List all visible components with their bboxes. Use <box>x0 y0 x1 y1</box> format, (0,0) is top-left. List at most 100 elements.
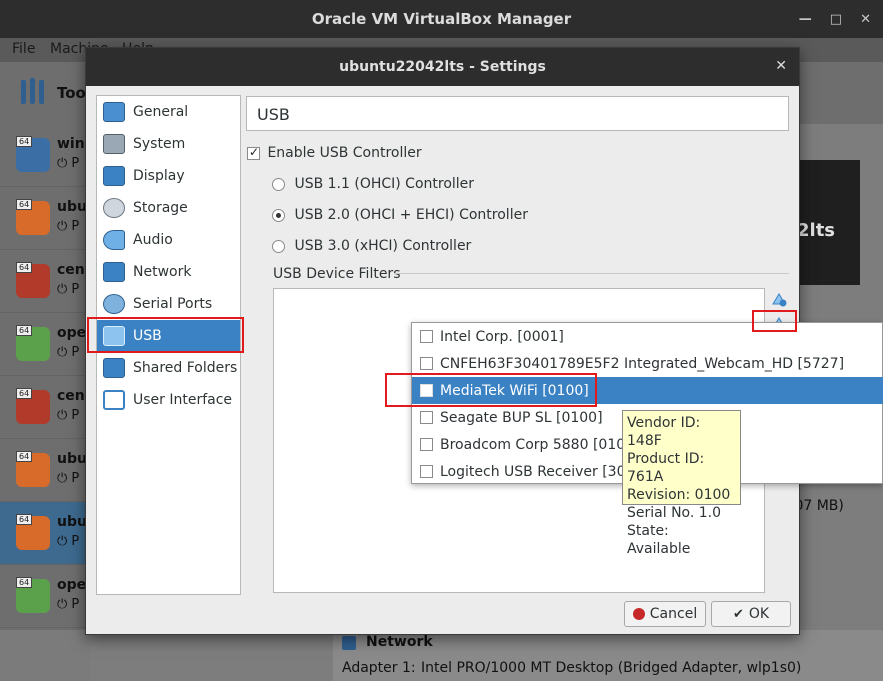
page-title: USB <box>246 96 789 131</box>
category-display[interactable]: Display <box>97 160 240 192</box>
category-audio[interactable]: Audio <box>97 224 240 256</box>
category-label: Audio <box>133 232 173 248</box>
arch-badge: 64 <box>16 451 33 462</box>
vm-state: ⏻ P <box>57 471 80 486</box>
category-label: General <box>133 104 189 120</box>
category-label: User Interface <box>133 392 233 408</box>
add-filter-highlight-box <box>752 310 797 332</box>
vm-state: ⏻ P <box>57 597 80 612</box>
radio-button[interactable] <box>272 177 285 191</box>
category-label: Storage <box>133 200 188 216</box>
radio-button[interactable] <box>272 208 285 222</box>
user-interface-icon <box>103 390 125 410</box>
add-filter-icon[interactable] <box>770 291 788 307</box>
close-icon[interactable]: ✕ <box>775 58 787 74</box>
audio-icon <box>103 230 125 250</box>
category-general[interactable]: General <box>97 96 240 128</box>
checkbox-box[interactable] <box>420 438 433 451</box>
arch-badge: 64 <box>16 199 33 210</box>
category-label: Network <box>133 264 192 280</box>
usb-1-1-radio[interactable]: USB 1.1 (OHCI) Controller <box>272 176 474 192</box>
device-menu-item[interactable]: Intel Corp. [0001] <box>412 323 883 350</box>
category-label: Serial Ports <box>133 296 213 312</box>
adapter-label: Adapter 1: <box>342 660 416 676</box>
display-icon <box>103 166 125 186</box>
general-icon <box>103 102 125 122</box>
category-storage[interactable]: Storage <box>97 192 240 224</box>
vm-state: ⏻ P <box>57 219 80 234</box>
radio-label: USB 1.1 (OHCI) Controller <box>294 176 475 192</box>
category-serial-ports[interactable]: Serial Ports <box>97 288 240 320</box>
minimize-icon[interactable]: — <box>799 12 812 27</box>
section-divider <box>394 273 789 274</box>
ok-button[interactable]: ✔ OK <box>711 601 791 627</box>
enable-usb-controller-checkbox[interactable]: Enable USB Controller <box>247 145 422 161</box>
vm-item[interactable]: 64 oper ⏻ P <box>0 565 93 628</box>
radio-button[interactable] <box>272 239 285 253</box>
menu-file[interactable]: File <box>12 41 35 57</box>
tooltip-line: Revision: 0100 <box>627 487 731 503</box>
system-icon <box>103 134 125 154</box>
vm-list: 64 win1 ⏻ P 64 ubur ⏻ P 64 cent ⏻ P 64 o… <box>0 124 94 630</box>
arch-badge: 64 <box>16 136 33 147</box>
dialog-title: ubuntu22042lts - Settings <box>339 59 546 75</box>
category-user-interface[interactable]: User Interface <box>97 384 240 416</box>
vm-item[interactable]: 64 cent ⏻ P <box>0 250 91 313</box>
enable-usb-label: Enable USB Controller <box>267 145 422 161</box>
usb-3-0-radio[interactable]: USB 3.0 (xHCI) Controller <box>272 238 471 254</box>
device-label: Intel Corp. [0001] <box>440 328 564 345</box>
vm-item-selected[interactable]: 64 ubur ⏻ P <box>0 502 94 565</box>
tooltip-line: Vendor ID: 148F <box>627 415 701 449</box>
adapter-value: Intel PRO/1000 MT Desktop (Bridged Adapt… <box>421 660 802 676</box>
vm-item[interactable]: 64 ubur ⏻ P <box>0 187 94 250</box>
checkbox-box[interactable] <box>420 465 433 478</box>
cancel-button[interactable]: Cancel <box>624 601 706 627</box>
vm-state: ⏻ P <box>57 534 80 549</box>
preview-text: 2lts <box>797 220 836 241</box>
tooltip-line: State: Available <box>627 523 691 557</box>
vm-state: ⏻ P <box>57 345 80 360</box>
main-window-titlebar: Oracle VM VirtualBox Manager — □ ✕ <box>0 0 883 38</box>
radio-label: USB 2.0 (OHCI + EHCI) Controller <box>294 207 528 223</box>
checkbox-box[interactable] <box>420 357 433 370</box>
category-label: System <box>133 136 186 152</box>
category-label: Display <box>133 168 185 184</box>
maximize-icon[interactable]: □ <box>830 12 842 27</box>
category-system[interactable]: System <box>97 128 240 160</box>
vm-item[interactable]: 64 oper ⏻ P <box>0 313 93 376</box>
vm-item[interactable]: 64 ubur ⏻ P <box>0 439 94 502</box>
checkbox-box[interactable] <box>247 145 260 160</box>
arch-badge: 64 <box>16 388 33 399</box>
mediatek-wifi-highlight-box <box>385 373 597 407</box>
tooltip-line: Serial No. 1.0 <box>627 505 722 521</box>
device-label: Seagate BUP SL [0100] <box>440 409 603 426</box>
arch-badge: 64 <box>16 262 33 273</box>
category-shared-folders[interactable]: Shared Folders <box>97 352 240 384</box>
arch-badge: 64 <box>16 577 33 588</box>
vm-item[interactable]: 64 win1 ⏻ P <box>0 124 94 187</box>
tools-icon <box>18 76 48 108</box>
radio-label: USB 3.0 (xHCI) Controller <box>294 238 472 254</box>
device-label: Logitech USB Receiver [300 <box>440 463 635 480</box>
device-info-tooltip: Vendor ID: 148F Product ID: 761A Revisio… <box>622 410 741 557</box>
network-icon <box>103 262 125 282</box>
device-label: CNFEH63F30401789E5F2 Integrated_Webcam_H… <box>440 355 845 372</box>
main-window-title: Oracle VM VirtualBox Manager <box>311 10 572 28</box>
usb-2-0-radio[interactable]: USB 2.0 (OHCI + EHCI) Controller <box>272 207 528 223</box>
window-controls: — □ ✕ <box>799 0 871 38</box>
close-icon[interactable]: ✕ <box>860 12 871 27</box>
checkbox-box[interactable] <box>420 411 433 424</box>
device-label: Broadcom Corp 5880 [0101] <box>440 436 640 453</box>
ok-icon: ✔ <box>732 606 744 622</box>
ok-label: OK <box>748 606 770 622</box>
arch-badge: 64 <box>16 514 33 525</box>
serial-ports-icon <box>103 294 125 314</box>
vm-state: ⏻ P <box>57 156 80 171</box>
storage-icon <box>103 198 125 218</box>
checkbox-box[interactable] <box>420 330 433 343</box>
vm-state: ⏻ P <box>57 282 80 297</box>
category-label: Shared Folders <box>133 360 238 376</box>
arch-badge: 64 <box>16 325 33 336</box>
vm-item[interactable]: 64 cent ⏻ P <box>0 376 91 439</box>
category-network[interactable]: Network <box>97 256 240 288</box>
